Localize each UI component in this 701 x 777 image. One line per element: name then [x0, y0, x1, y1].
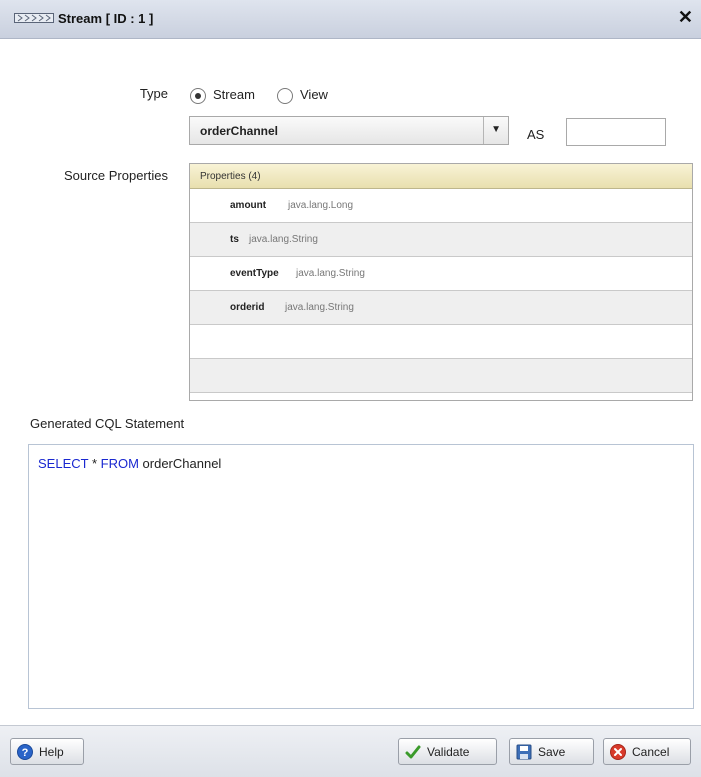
property-name: ts: [230, 234, 239, 245]
cancel-icon: [610, 744, 626, 760]
empty-row: [190, 359, 692, 393]
property-name: amount: [230, 200, 267, 211]
svg-text:?: ?: [22, 747, 29, 759]
dialog-footer: ? Help Validate Save Cancel: [0, 725, 701, 777]
property-type: java.lang.String: [285, 302, 354, 313]
dialog-title: Stream [ ID : 1 ]: [58, 11, 154, 26]
property-type: java.lang.Long: [288, 200, 354, 211]
help-label: Help: [39, 745, 64, 759]
empty-row: [190, 325, 692, 359]
cancel-button[interactable]: Cancel: [603, 738, 691, 765]
stream-radio[interactable]: [190, 88, 206, 104]
stream-icon: [14, 13, 54, 23]
save-button[interactable]: Save: [509, 738, 594, 765]
save-label: Save: [538, 745, 566, 759]
source-properties-label: Source Properties: [63, 168, 168, 183]
help-button[interactable]: ? Help: [10, 738, 84, 765]
property-row[interactable]: amount java.lang.Long: [190, 189, 692, 223]
property-type: java.lang.String: [249, 234, 318, 245]
cql-keyword-select: SELECT: [38, 456, 89, 471]
property-row[interactable]: orderid java.lang.String: [190, 291, 692, 325]
checkmark-icon: [405, 745, 421, 759]
property-name: orderid: [230, 302, 265, 313]
cql-statement: SELECT * FROM orderChannel: [38, 456, 221, 471]
cql-keyword-from: FROM: [100, 456, 139, 471]
cancel-label: Cancel: [632, 745, 670, 759]
stream-radio-label[interactable]: Stream: [213, 87, 255, 102]
cql-label: Generated CQL Statement: [30, 416, 185, 431]
cql-statement-area[interactable]: SELECT * FROM orderChannel: [28, 444, 694, 709]
help-icon: ?: [17, 744, 33, 760]
properties-header: Properties (4): [190, 164, 692, 189]
type-label: Type: [139, 86, 168, 101]
property-type: java.lang.String: [296, 268, 365, 279]
view-radio[interactable]: [277, 88, 293, 104]
save-icon: [516, 744, 532, 760]
alias-input[interactable]: [566, 118, 666, 146]
view-radio-label[interactable]: View: [300, 87, 328, 102]
chevron-down-icon[interactable]: ▼: [491, 124, 501, 135]
cql-source: orderChannel: [138, 456, 222, 471]
source-select-value: orderChannel: [200, 124, 279, 138]
dialog-title-bar: Stream [ ID : 1 ] ✕: [0, 0, 701, 39]
properties-table: Properties (4) amount java.lang.Long ts …: [189, 163, 693, 401]
validate-button[interactable]: Validate: [398, 738, 497, 765]
as-label: AS: [527, 127, 545, 142]
source-select[interactable]: orderChannel ▼: [189, 116, 509, 145]
select-divider: [483, 117, 484, 144]
property-name: eventType: [230, 268, 279, 279]
property-row[interactable]: ts java.lang.String: [190, 223, 692, 257]
cql-star: *: [88, 456, 101, 471]
close-icon[interactable]: ✕: [678, 8, 693, 26]
validate-label: Validate: [427, 745, 470, 759]
property-row[interactable]: eventType java.lang.String: [190, 257, 692, 291]
